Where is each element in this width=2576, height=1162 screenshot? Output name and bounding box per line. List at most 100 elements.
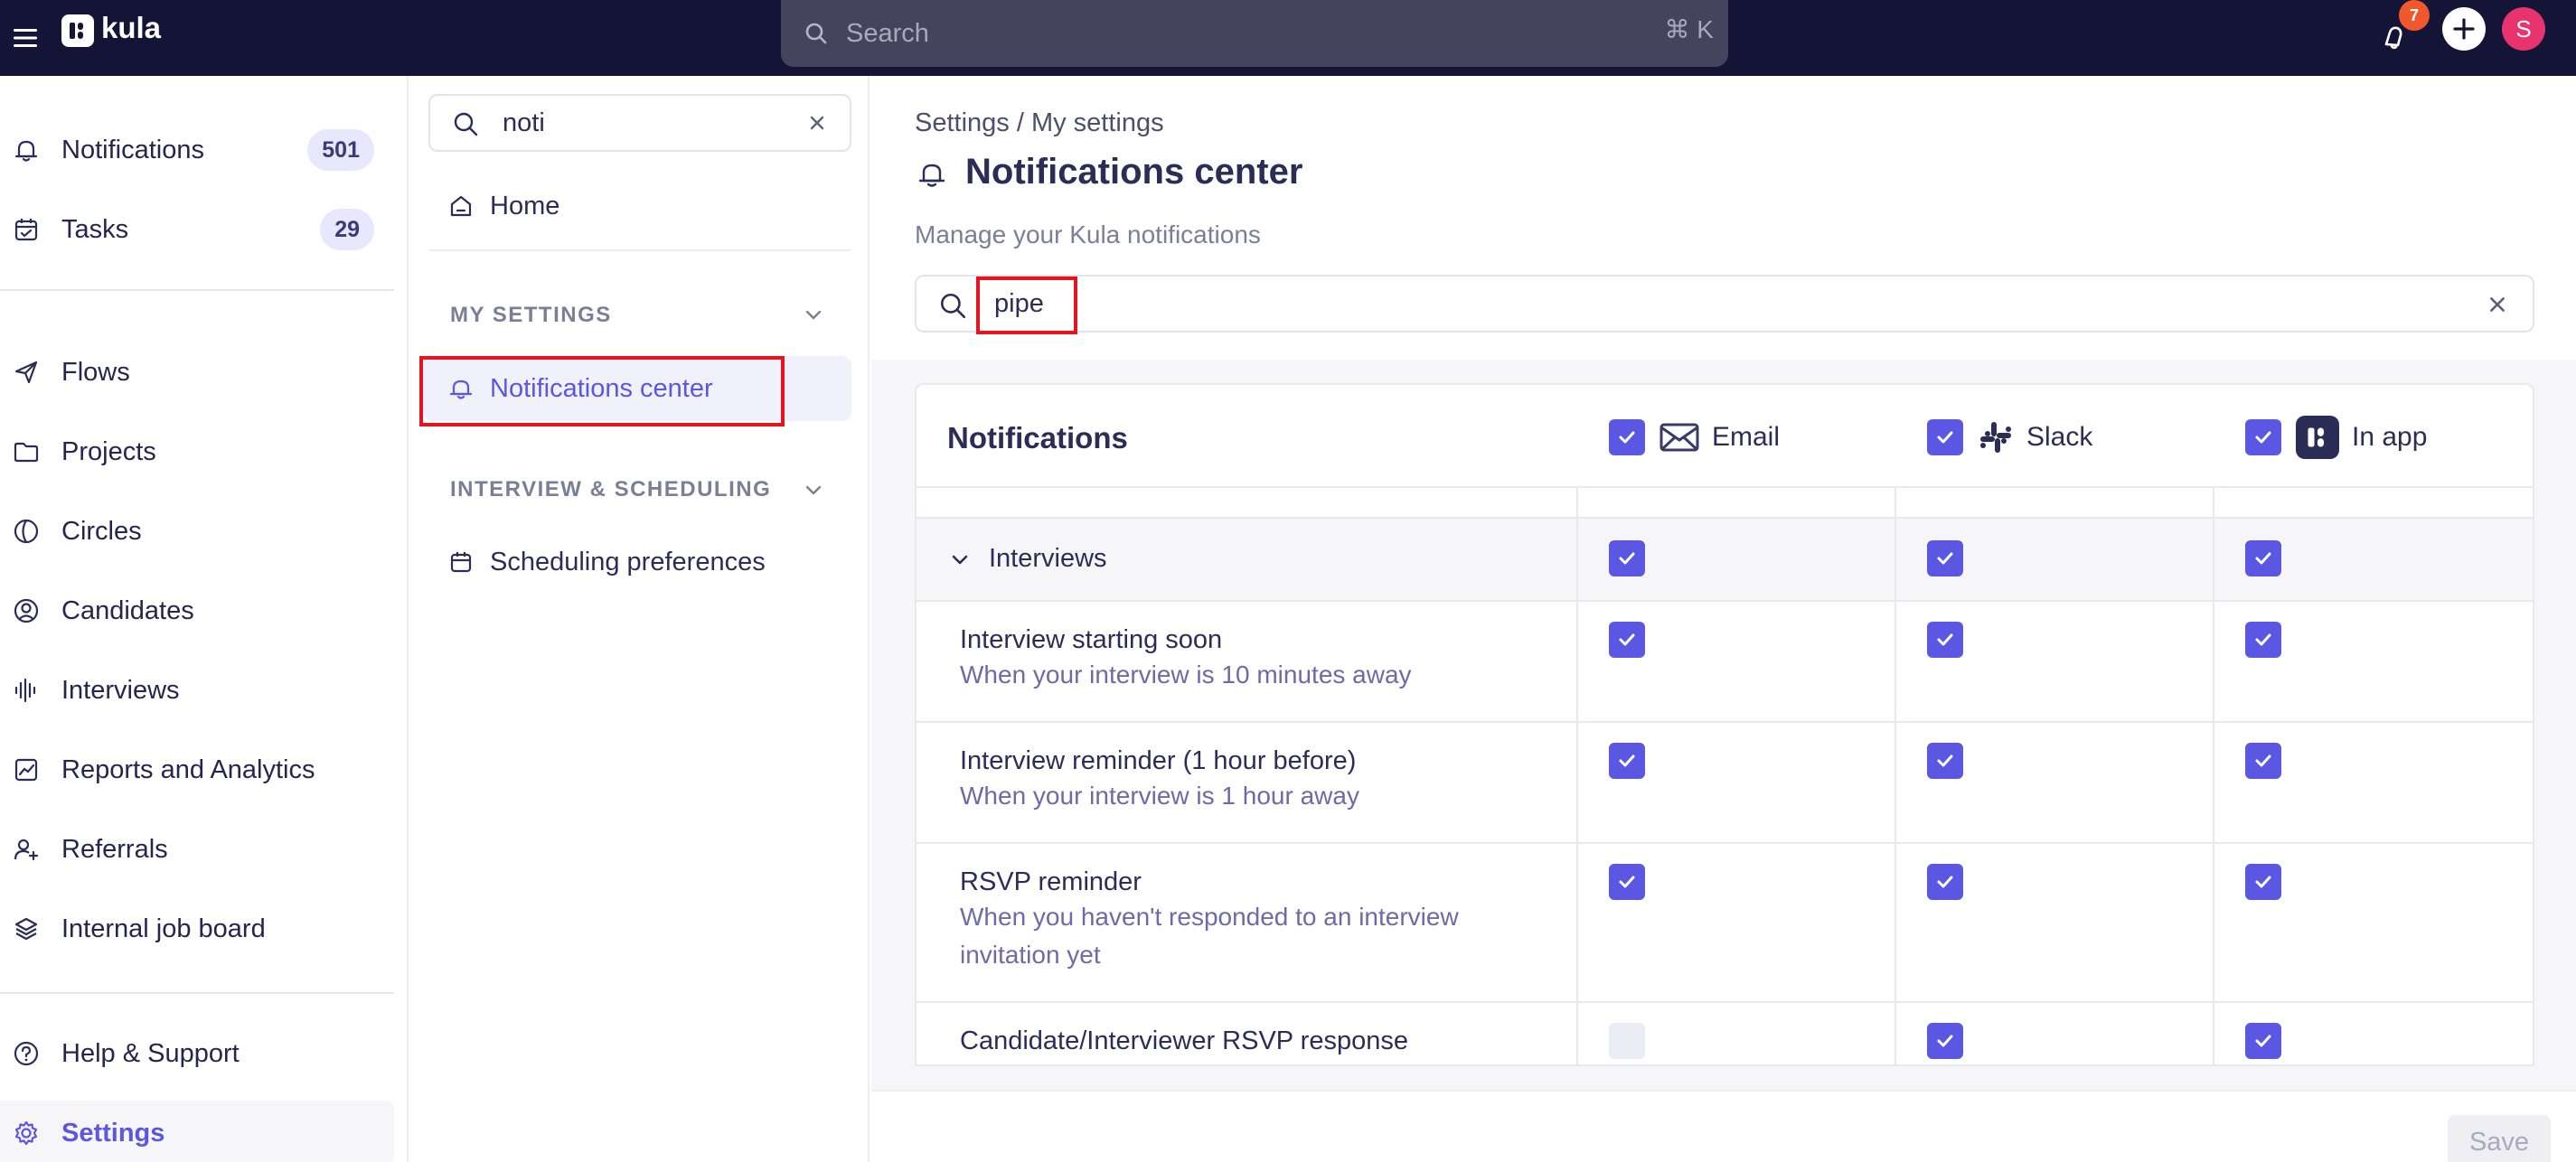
settings-home-link[interactable]: Home — [448, 188, 559, 224]
bell-icon — [448, 376, 474, 401]
waveform-icon — [11, 677, 42, 704]
row-2-in-app-checkbox[interactable] — [2245, 743, 2281, 779]
search-icon — [804, 22, 828, 45]
nav-item-candidates[interactable]: Candidates — [0, 578, 394, 643]
tasks-count-badge: 29 — [320, 209, 374, 250]
row-1-email-checkbox[interactable] — [1609, 622, 1645, 658]
page-subtitle: Manage your Kula notifications — [915, 220, 1261, 248]
nav-label: Help & Support — [61, 1038, 240, 1068]
row-3-in-app-checkbox[interactable] — [2245, 864, 2281, 900]
kula-logo-icon[interactable] — [61, 14, 94, 47]
email-icon — [1659, 422, 1699, 453]
nav-label: Interviews — [61, 675, 180, 705]
row-title: Interview reminder (1 hour before) — [960, 746, 1357, 775]
notifications-search-input[interactable]: pipe — [915, 275, 2534, 333]
global-search-input[interactable]: Search ⌘ K — [781, 0, 1728, 67]
row-3-email-checkbox[interactable] — [1609, 864, 1645, 900]
search-icon — [938, 291, 967, 320]
section-header-interview-scheduling: INTERVIEW & SCHEDULING — [450, 477, 772, 501]
row-1-in-app-checkbox[interactable] — [2245, 622, 2281, 658]
table-divider — [917, 842, 2533, 844]
channel-label: In app — [2352, 422, 2428, 452]
nav-item-help[interactable]: Help & Support — [0, 1021, 394, 1086]
table-divider — [917, 486, 2533, 488]
row-1-slack-checkbox[interactable] — [1927, 622, 1963, 658]
nav-item-referrals[interactable]: Referrals — [0, 817, 394, 882]
row-title: Interview starting soon — [960, 625, 1223, 654]
nav-item-settings[interactable]: Settings — [0, 1101, 394, 1162]
group-in-app-checkbox[interactable] — [2245, 540, 2281, 576]
nav-label: Internal job board — [61, 914, 266, 943]
group-slack-checkbox[interactable] — [1927, 540, 1963, 576]
send-icon — [11, 359, 42, 386]
nav-label: Projects — [61, 436, 156, 466]
breadcrumb: Settings / My settings — [915, 108, 1164, 137]
nav-label: Flows — [61, 357, 130, 387]
save-button[interactable]: Save — [2448, 1115, 2551, 1162]
nav-label: Notifications — [61, 135, 204, 164]
group-email-checkbox[interactable] — [1609, 540, 1645, 576]
page-title: Notifications center — [965, 152, 1303, 192]
slack-all-checkbox[interactable] — [1927, 419, 1963, 455]
add-icon[interactable] — [2442, 7, 2486, 51]
channel-header-slack: Slack — [1927, 417, 2092, 457]
channel-label: Email — [1712, 422, 1781, 452]
nav-label: Settings — [61, 1118, 165, 1148]
bell-icon — [917, 159, 947, 190]
nav-label: Tasks — [61, 214, 129, 244]
chevron-down-icon[interactable] — [803, 479, 824, 501]
notifications-count-badge: 501 — [307, 129, 374, 171]
bell-icon — [11, 136, 42, 164]
search-placeholder: Search — [846, 18, 929, 48]
table-header-title: Notifications — [947, 421, 1128, 454]
sidebar-item-scheduling-preferences[interactable]: Scheduling preferences — [448, 544, 766, 580]
user-circle-icon — [11, 597, 42, 624]
hamburger-menu-icon[interactable] — [7, 16, 43, 60]
nav-label: Circles — [61, 516, 142, 546]
row-description: When your interview is 10 minutes away — [960, 661, 1412, 689]
search-icon — [452, 110, 479, 137]
scheduling-preferences-label: Scheduling preferences — [490, 547, 766, 576]
table-divider — [917, 517, 2533, 519]
nav-item-flows[interactable]: Flows — [0, 340, 394, 405]
clear-search-icon[interactable] — [808, 114, 826, 132]
user-avatar[interactable]: S — [2502, 7, 2545, 51]
row-4-in-app-checkbox[interactable] — [2245, 1023, 2281, 1059]
row-3-slack-checkbox[interactable] — [1927, 864, 1963, 900]
row-2-email-checkbox[interactable] — [1609, 743, 1645, 779]
nav-item-circles[interactable]: Circles — [0, 499, 394, 564]
user-plus-icon — [11, 836, 42, 863]
home-label: Home — [490, 191, 560, 220]
row-4-email-checkbox[interactable] — [1609, 1023, 1645, 1059]
channel-header-in-app: In app — [2245, 416, 2428, 459]
nav-label: Candidates — [61, 595, 194, 625]
footer-divider — [871, 1090, 2576, 1092]
notification-count-badge: 7 — [2399, 0, 2430, 31]
brand-name[interactable]: kula — [101, 11, 161, 45]
email-all-checkbox[interactable] — [1609, 419, 1645, 455]
group-label: Interviews — [989, 544, 1107, 573]
clear-search-icon[interactable] — [2487, 295, 2507, 314]
row-4-slack-checkbox[interactable] — [1927, 1023, 1963, 1059]
table-divider — [917, 1001, 2533, 1003]
nav-item-reports[interactable]: Reports and Analytics — [0, 737, 394, 802]
stack-icon — [11, 915, 42, 942]
nav-item-notifications[interactable]: Notifications 501 — [0, 117, 394, 183]
settings-search-input[interactable]: noti — [428, 94, 851, 152]
kula-app-icon — [2296, 416, 2339, 459]
row-2-slack-checkbox[interactable] — [1927, 743, 1963, 779]
column-divider — [2213, 486, 2214, 1064]
row-title: Candidate/Interviewer RSVP response — [960, 1026, 1408, 1055]
nav-item-tasks[interactable]: Tasks 29 — [0, 197, 394, 262]
nav-item-internal-job-board[interactable]: Internal job board — [0, 896, 394, 961]
nav-divider — [0, 289, 394, 291]
in-app-all-checkbox[interactable] — [2245, 419, 2281, 455]
chevron-down-icon[interactable] — [949, 549, 971, 571]
slack-icon — [1978, 419, 2014, 455]
nav-item-interviews[interactable]: Interviews — [0, 658, 394, 723]
row-title: RSVP reminder — [960, 867, 1142, 896]
chevron-down-icon[interactable] — [803, 304, 824, 325]
notifications-center-label: Notifications center — [490, 373, 713, 403]
sidebar-item-notifications-center[interactable]: Notifications center — [423, 356, 851, 421]
nav-item-projects[interactable]: Projects — [0, 419, 394, 484]
